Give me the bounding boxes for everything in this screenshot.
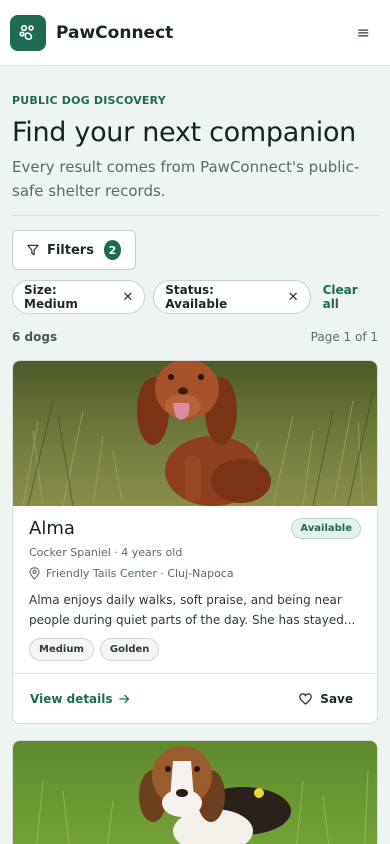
chip-label: Size: Medium: [24, 283, 78, 311]
tag-color: Golden: [99, 638, 160, 661]
view-details-label: View details: [30, 691, 113, 706]
status-badge: Available: [291, 518, 361, 539]
main-content: PUBLIC DOG DISCOVERY Find your next comp…: [0, 94, 390, 844]
close-icon[interactable]: ✕: [122, 290, 133, 305]
dog-breed-age: Cocker Spaniel · 4 years old: [29, 546, 183, 559]
brand-name[interactable]: PawConnect: [56, 23, 173, 43]
section-eyebrow: PUBLIC DOG DISCOVERY: [12, 94, 166, 107]
dog-card-header: Alma Available: [29, 518, 361, 539]
dog-photo-illustration: [13, 361, 377, 506]
dog-name[interactable]: Alma: [29, 518, 75, 539]
results-count: 6 dogs: [12, 330, 58, 344]
dog-location: Friendly Tails Center · Cluj-Napoca: [29, 567, 361, 580]
location-pin-icon: [29, 567, 40, 580]
logo[interactable]: [10, 14, 46, 51]
filters-count-badge: 2: [103, 240, 121, 260]
page-indicator: Page 1 of 1: [310, 330, 378, 344]
location-text: Friendly Tails Center · Cluj-Napoca: [46, 567, 234, 580]
paw-icon: [19, 24, 34, 40]
heart-icon: [299, 692, 313, 705]
filter-chip-size[interactable]: Size: Medium ✕: [12, 280, 146, 314]
dog-photo[interactable]: [13, 741, 377, 844]
arrow-right-icon: [118, 694, 129, 703]
save-label: Save: [320, 691, 353, 706]
filters-button[interactable]: Filters 2: [12, 230, 136, 270]
page-title: Find your next companion: [12, 117, 356, 148]
filter-icon: [27, 244, 39, 256]
menu-button[interactable]: ≡: [357, 23, 370, 42]
app-header: PawConnect ≡: [0, 0, 390, 66]
divider: [12, 215, 378, 216]
chip-label: Status: Available: [165, 283, 228, 311]
dog-card[interactable]: Alma Available Cocker Spaniel · 4 years …: [12, 360, 378, 724]
close-icon[interactable]: ✕: [288, 290, 299, 305]
tag-size: Medium: [29, 638, 94, 661]
filter-chip-status[interactable]: Status: Available ✕: [153, 280, 311, 314]
filters-label: Filters: [46, 242, 94, 258]
view-details-link[interactable]: View details: [30, 692, 130, 706]
results-summary: 6 dogs Page 1 of 1: [12, 330, 378, 344]
dog-card-body: Alma Available Cocker Spaniel · 4 years …: [13, 506, 377, 673]
active-filter-chips: Size: Medium ✕ Status: Available ✕ Clear…: [12, 280, 378, 314]
save-button[interactable]: Save: [299, 692, 353, 706]
page-subtitle: Every result comes from PawConnect's pub…: [12, 158, 360, 200]
dog-photo[interactable]: [13, 361, 377, 506]
dog-description: Alma enjoys daily walks, soft praise, an…: [29, 593, 356, 627]
dog-card[interactable]: [12, 740, 378, 844]
dog-photo-illustration: [13, 741, 377, 844]
dog-tags: Medium Golden: [29, 638, 361, 673]
dog-card-footer: View details Save: [13, 673, 377, 723]
clear-all-link[interactable]: Clear all: [323, 283, 378, 311]
